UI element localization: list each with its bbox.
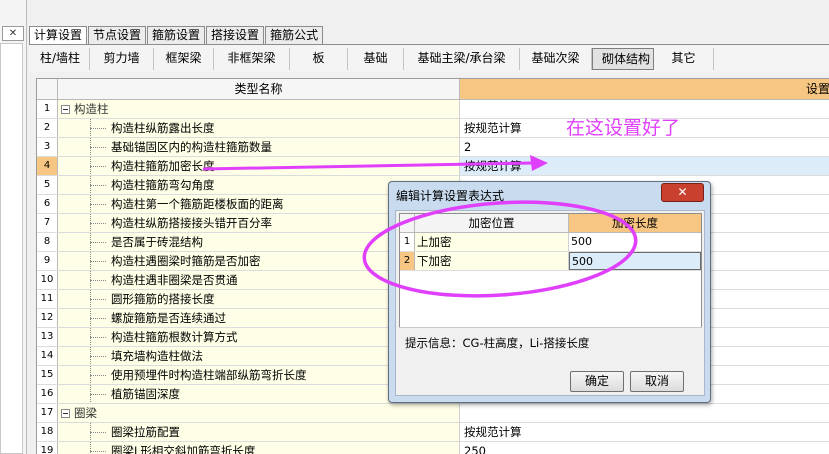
row-number: 16 <box>37 385 58 403</box>
subtab-foundation-main-beam[interactable]: 基础主梁/承台梁 <box>404 47 521 70</box>
subtab-shear-wall[interactable]: 剪力墙 <box>90 47 155 70</box>
row-number: 13 <box>37 328 58 346</box>
left-panel: ✕ <box>0 0 27 454</box>
table-row[interactable]: 19 圈梁L形相交斜加筋弯折长度 250 <box>37 442 829 454</box>
row-number: 2 <box>400 252 415 270</box>
row-name: 圈梁 <box>58 404 460 422</box>
annotation-text: 在这设置好了 <box>566 117 681 139</box>
header-corner <box>400 214 415 233</box>
header-position: 加密位置 <box>415 214 569 233</box>
subtab-foundation[interactable]: 基础 <box>348 47 405 70</box>
tree-panel <box>0 43 23 454</box>
row-name: 构造柱 <box>58 100 460 118</box>
dialog-title: 编辑计算设置表达式 <box>396 189 505 203</box>
subtab-foundation-secondary-beam[interactable]: 基础次梁 <box>520 47 593 70</box>
length-cell[interactable]: 500 <box>569 233 701 251</box>
row-value[interactable] <box>460 404 829 422</box>
header-length: 加密长度 <box>569 214 701 233</box>
group-label: 圈梁 <box>74 406 97 420</box>
dialog-grid: 加密位置 加密长度 1 上加密 500 2 下加密 500 <box>399 213 702 328</box>
row-number: 17 <box>37 404 58 422</box>
cancel-button[interactable]: 取消 <box>630 371 684 392</box>
subtab-column[interactable]: 柱/墙柱 <box>31 47 91 70</box>
row-number: 18 <box>37 423 58 441</box>
main-tabs: 计算设置 节点设置 箍筋设置 搭接设置 箍筋公式 <box>29 26 324 45</box>
collapse-icon[interactable] <box>61 409 70 418</box>
row-number: 2 <box>37 119 58 137</box>
table-row[interactable]: 3 基础锚固区内的构造柱箍筋数量 2 <box>37 138 829 157</box>
row-number: 3 <box>37 138 58 156</box>
tab-calc-settings[interactable]: 计算设置 <box>29 26 88 45</box>
table-row[interactable]: 18 圈梁拉筋配置 按规范计算 <box>37 423 829 442</box>
row-number: 15 <box>37 366 58 384</box>
tab-stirrup-settings[interactable]: 箍筋设置 <box>147 26 206 44</box>
row-number: 14 <box>37 347 58 365</box>
component-tabs: 柱/墙柱 剪力墙 框架梁 非框架梁 板 基础 基础主梁/承台梁 基础次梁 砌体结… <box>29 44 829 72</box>
row-number: 10 <box>37 271 58 289</box>
row-value[interactable]: 2 <box>460 138 829 156</box>
subtab-nonframe-beam[interactable]: 非框架梁 <box>214 47 291 70</box>
subtab-masonry[interactable]: 砌体结构 <box>592 47 655 70</box>
tab-node-settings[interactable]: 节点设置 <box>88 26 147 44</box>
row-name: 构造柱箍筋加密长度 <box>58 157 460 175</box>
row-number: 19 <box>37 442 58 454</box>
row-value[interactable]: 250 <box>460 442 829 454</box>
dialog-grid-header: 加密位置 加密长度 <box>400 214 701 233</box>
row-name: 圈梁L形相交斜加筋弯折长度 <box>58 442 460 454</box>
row-number: 11 <box>37 290 58 308</box>
position-cell: 上加密 <box>415 233 569 251</box>
row-number: 4 <box>37 157 58 175</box>
table-row[interactable]: 1 构造柱 <box>37 100 829 119</box>
tab-lap-settings[interactable]: 搭接设置 <box>206 26 265 44</box>
close-icon[interactable]: ✕ <box>661 183 704 202</box>
row-value[interactable]: 按规范计算 <box>460 157 829 175</box>
dialog-body: 加密位置 加密长度 1 上加密 500 2 下加密 500 提示信息：CG-柱高… <box>395 210 705 396</box>
row-number: 8 <box>37 233 58 251</box>
tab-stirrup-formula[interactable]: 箍筋公式 <box>265 26 324 44</box>
close-icon[interactable]: ✕ <box>2 26 24 41</box>
group-label: 构造柱 <box>74 102 109 116</box>
grid-header: 类型名称 设置 <box>37 79 829 100</box>
row-number: 9 <box>37 252 58 270</box>
table-row-selected[interactable]: 2 下加密 500 <box>400 252 701 271</box>
position-cell: 下加密 <box>415 252 569 270</box>
header-type-name: 类型名称 <box>58 79 460 100</box>
length-cell[interactable]: 500 <box>569 252 701 270</box>
collapse-icon[interactable] <box>61 105 70 114</box>
row-number: 1 <box>400 233 415 251</box>
header-setting-value: 设置 <box>460 79 829 100</box>
table-row-selected[interactable]: 4 构造柱箍筋加密长度 按规范计算 <box>37 157 829 176</box>
row-value[interactable]: 按规范计算 <box>460 423 829 441</box>
edit-expression-dialog: 编辑计算设置表达式 ✕ 加密位置 加密长度 1 上加密 500 2 下加密 50… <box>388 181 711 403</box>
row-number: 7 <box>37 214 58 232</box>
row-name: 构造柱纵筋露出长度 <box>58 119 460 137</box>
subtab-slab[interactable]: 板 <box>290 47 349 70</box>
header-corner <box>37 79 58 100</box>
table-row[interactable]: 1 上加密 500 <box>400 233 701 252</box>
table-row[interactable]: 2 构造柱纵筋露出长度 按规范计算 <box>37 119 829 138</box>
row-number: 5 <box>37 176 58 194</box>
row-name: 圈梁拉筋配置 <box>58 423 460 441</box>
row-number: 6 <box>37 195 58 213</box>
row-name: 基础锚固区内的构造柱箍筋数量 <box>58 138 460 156</box>
row-number: 1 <box>37 100 58 118</box>
divider <box>399 327 702 328</box>
subtab-other[interactable]: 其它 <box>654 47 715 70</box>
row-number: 12 <box>37 309 58 327</box>
ok-button[interactable]: 确定 <box>570 371 624 392</box>
subtab-frame-beam[interactable]: 框架梁 <box>154 47 215 70</box>
table-row[interactable]: 17 圈梁 <box>37 404 829 423</box>
hint-text: 提示信息：CG-柱高度，Li-搭接长度 <box>405 336 590 350</box>
